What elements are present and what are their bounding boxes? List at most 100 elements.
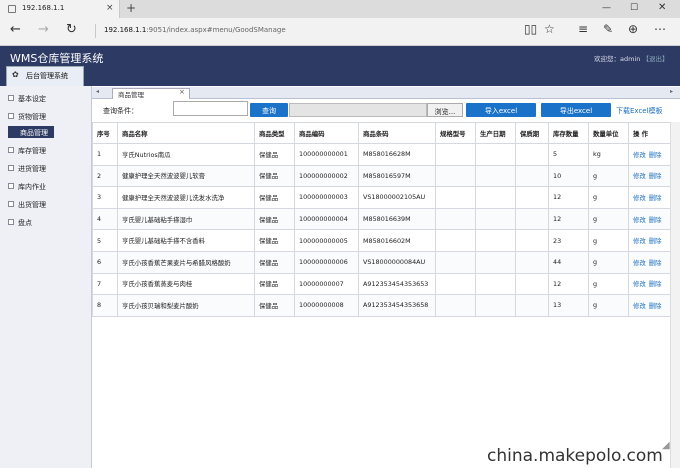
sidebar-item-stocktake[interactable]: 盘点 bbox=[0, 214, 92, 231]
tab-close-icon[interactable]: × bbox=[106, 3, 114, 13]
table-cell bbox=[435, 272, 476, 296]
table-cell: 保健品 bbox=[254, 250, 295, 274]
table-cell bbox=[515, 229, 549, 252]
delete-link[interactable]: 删除 bbox=[649, 216, 662, 224]
edit-link[interactable]: 修改 bbox=[633, 280, 646, 288]
vertical-scrollbar[interactable] bbox=[670, 122, 680, 468]
query-input[interactable] bbox=[173, 101, 248, 116]
content-tab-close-icon[interactable]: × bbox=[179, 88, 185, 96]
welcome-text: 欢迎您：admin bbox=[594, 55, 641, 63]
table-cell bbox=[515, 250, 549, 274]
table-row: 5 亨氏婴儿基础粘手搽不含香料 保健品 100000000005 M858016602M… bbox=[92, 229, 671, 252]
table-cell: 2 bbox=[92, 164, 118, 188]
resize-grip-icon: ◢ bbox=[662, 440, 670, 451]
sidebar-item-warehouse-ops[interactable]: 库内作业 bbox=[0, 178, 92, 195]
column-header: 库存数量 bbox=[548, 122, 589, 144]
table-cell bbox=[475, 272, 516, 296]
notes-icon[interactable]: ✎ bbox=[603, 22, 613, 36]
delete-link[interactable]: 删除 bbox=[649, 237, 662, 245]
sidebar-item-basic-settings[interactable]: 基本设定 bbox=[0, 90, 92, 107]
sidebar-item-purchasing[interactable]: 进货管理 bbox=[0, 160, 92, 177]
table-cell: 100000000006 bbox=[294, 250, 359, 274]
export-excel-button[interactable]: 导出excel bbox=[541, 103, 611, 117]
delete-link[interactable]: 删除 bbox=[649, 302, 662, 310]
table-cell: 保健品 bbox=[254, 207, 295, 231]
system-tab-label: 后台管理系统 bbox=[26, 72, 68, 80]
table-row: 8 亨氏小孩贝瑞和梨麦片酸奶 保健品 10000000008 A912353454353… bbox=[92, 294, 671, 317]
user-welcome: 欢迎您：admin 【退出】 bbox=[594, 53, 668, 63]
table-cell bbox=[435, 250, 476, 274]
edit-link[interactable]: 修改 bbox=[633, 151, 646, 159]
table-cell bbox=[515, 272, 549, 296]
table-cell: 亨氏小孩香蕉蒸麦与肉桂 bbox=[117, 272, 255, 296]
column-header: 数量单位 bbox=[588, 122, 629, 144]
table-cell: 4 bbox=[92, 207, 118, 231]
more-icon[interactable]: ⋯ bbox=[654, 22, 666, 36]
close-window-icon[interactable]: ✕ bbox=[658, 2, 666, 13]
column-header: 操 作 bbox=[628, 122, 671, 144]
logout-link[interactable]: 【退出】 bbox=[642, 55, 668, 63]
row-actions: 修改 删除 bbox=[628, 294, 671, 317]
refresh-icon[interactable]: ↻ bbox=[66, 22, 77, 37]
delete-link[interactable]: 删除 bbox=[649, 259, 662, 267]
content-tab-label: 商品管理 bbox=[118, 91, 144, 99]
forward-icon[interactable]: → bbox=[38, 22, 49, 37]
table-cell: 44 bbox=[548, 250, 589, 274]
table-cell bbox=[475, 207, 516, 231]
folder-icon bbox=[8, 183, 14, 189]
browse-button[interactable]: 浏览... bbox=[427, 103, 463, 117]
hub-icon[interactable]: ≡ bbox=[578, 22, 588, 36]
table-row: 4 亨氏婴儿基础粘手搽湿巾 保健品 100000000004 M858016639M 12… bbox=[92, 207, 671, 231]
tab-scroll-right-icon[interactable]: ▸ bbox=[670, 88, 673, 95]
table-cell: A912353454353653 bbox=[358, 272, 436, 296]
table-cell: 保健品 bbox=[254, 143, 295, 166]
table-cell: 亨氏Nutrios南瓜 bbox=[117, 143, 255, 166]
download-template-link[interactable]: 下载Excel模板 bbox=[616, 106, 663, 116]
table-cell bbox=[435, 186, 476, 209]
tab-scroll-left-icon[interactable]: ◂ bbox=[96, 88, 99, 95]
table-cell: 1 bbox=[92, 143, 118, 166]
sidebar-item-label: 出货管理 bbox=[18, 201, 46, 209]
table-cell bbox=[475, 164, 516, 188]
minimize-icon[interactable]: — bbox=[602, 3, 611, 13]
reading-view-icon[interactable]: ▯▯ bbox=[524, 22, 537, 36]
column-header: 保质期 bbox=[515, 122, 549, 144]
favorite-star-icon[interactable]: ☆ bbox=[544, 22, 555, 36]
edit-link[interactable]: 修改 bbox=[633, 194, 646, 202]
sidebar-item-label: 盘点 bbox=[18, 219, 32, 227]
delete-link[interactable]: 删除 bbox=[649, 280, 662, 288]
import-excel-button[interactable]: 导入excel bbox=[466, 103, 536, 117]
table-cell: 5 bbox=[92, 229, 118, 252]
table-cell: A912353454353658 bbox=[358, 294, 436, 317]
table-cell: 保健品 bbox=[254, 294, 295, 317]
search-button[interactable]: 查询 bbox=[250, 103, 288, 117]
edit-link[interactable]: 修改 bbox=[633, 302, 646, 310]
column-header: 商品名称 bbox=[117, 122, 255, 144]
maximize-icon[interactable]: ☐ bbox=[630, 3, 638, 13]
sidebar-item-goods[interactable]: 货物管理 bbox=[0, 108, 92, 125]
sidebar-item-product-management[interactable]: 商品管理 bbox=[0, 124, 92, 141]
table-row: 2 健康护理全天然波波婴儿软膏 保健品 100000000002 M858016597M… bbox=[92, 164, 671, 188]
new-tab-icon[interactable]: + bbox=[126, 1, 136, 15]
folder-icon bbox=[8, 219, 14, 225]
edit-link[interactable]: 修改 bbox=[633, 237, 646, 245]
edit-link[interactable]: 修改 bbox=[633, 259, 646, 267]
share-icon[interactable]: ⊕ bbox=[628, 22, 638, 36]
delete-link[interactable]: 删除 bbox=[649, 194, 662, 202]
edit-link[interactable]: 修改 bbox=[633, 172, 646, 180]
address-bar[interactable]: 192.168.1.1:9051/index.aspx#menu/GoodSMa… bbox=[95, 24, 515, 38]
table-cell bbox=[515, 143, 549, 166]
table-cell: 10000000008 bbox=[294, 294, 359, 317]
folder-icon bbox=[8, 113, 14, 119]
table-cell bbox=[475, 143, 516, 166]
table-cell: g bbox=[588, 164, 629, 188]
sidebar-item-inventory[interactable]: 库存管理 bbox=[0, 142, 92, 159]
sidebar-item-label: 基本设定 bbox=[18, 95, 46, 103]
delete-link[interactable]: 删除 bbox=[649, 172, 662, 180]
column-header: 序号 bbox=[92, 122, 118, 144]
back-icon[interactable]: ← bbox=[10, 22, 21, 37]
sidebar-item-shipping[interactable]: 出货管理 bbox=[0, 196, 92, 213]
edit-link[interactable]: 修改 bbox=[633, 216, 646, 224]
delete-link[interactable]: 删除 bbox=[649, 151, 662, 159]
file-path-field[interactable] bbox=[289, 103, 427, 117]
